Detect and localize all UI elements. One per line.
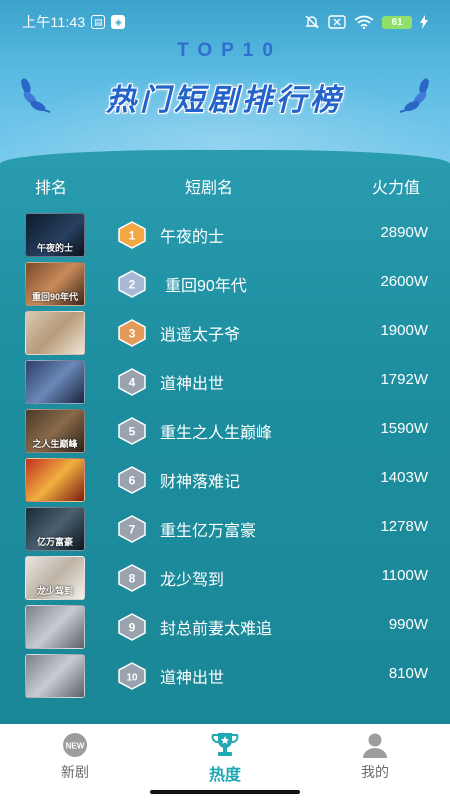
ranking-row[interactable]: 10 道神出世 810W [0,649,450,698]
rank-badge-icon: 5 [118,417,146,445]
medal-silver-icon: 2 [118,270,146,298]
bottom-nav: NEW 新剧 热度 我的 [0,724,450,800]
ranking-row[interactable]: 之人生巅峰 5 重生之人生巅峰 1590W [0,404,450,453]
column-headers: 排名 短剧名 火力值 [0,174,450,198]
charging-bolt-icon [420,15,428,29]
page-title: 热门短剧排行榜 [106,84,344,117]
heat-value: 1900W [380,322,428,339]
status-time: 上午11:43 [22,14,86,30]
heat-value: 1278W [380,518,428,535]
user-icon [363,733,387,758]
thumbnail-caption: 龙少驾到 [36,586,73,596]
ranking-row[interactable]: 午夜的士 1 午夜的士 2890W [0,208,450,257]
drama-thumbnail[interactable]: 龙少驾到 [25,556,85,600]
rank-badge-icon: 4 [118,368,146,396]
heat-value: 1590W [380,420,428,437]
drama-name[interactable]: 午夜的士 [160,223,224,247]
shield-app-icon: ◈ [111,15,126,29]
status-bar: 上午11:43 ▤ ◈ 61 [0,0,450,44]
wifi-icon [354,15,374,29]
rank-badge-icon: 8 [118,564,146,592]
heat-value: 2890W [380,224,428,241]
trophy-icon [211,733,239,756]
new-badge-icon: NEW [63,733,87,757]
name-column-header: 短剧名 [185,180,234,197]
rank-column-header: 排名 [35,180,68,197]
medal-bronze-icon: 3 [118,319,146,347]
nav-item-hot[interactable]: 热度 [150,724,300,800]
drama-name[interactable]: 逍遥太子爷 [160,321,240,345]
rank-number: 9 [129,621,136,635]
rank-badge-icon: 10 [118,662,146,690]
rank-number: 7 [129,523,136,537]
drama-thumbnail[interactable]: 午夜的士 [25,213,85,257]
home-indicator [150,790,300,794]
heat-value: 810W [388,665,428,682]
drama-name[interactable]: 重生亿万富豪 [160,517,256,541]
heat-value: 2600W [380,273,428,290]
drama-name[interactable]: 道神出世 [160,370,224,394]
drama-thumbnail[interactable] [25,654,85,698]
ranking-row[interactable]: 龙少驾到 8 龙少驾到 1100W [0,551,450,600]
rank-badge-icon: 6 [118,466,146,494]
svg-text:NEW: NEW [66,742,85,751]
nav-item-new[interactable]: NEW 新剧 [0,724,150,800]
heat-value: 1792W [380,371,428,388]
ranking-row[interactable]: 9 封总前妻太难追 990W [0,600,450,649]
top10-label: TOP10 [177,40,282,61]
heat-value: 1100W [381,567,428,584]
medal-gold-icon: 1 [118,221,146,249]
drama-name[interactable]: 重生之人生巅峰 [160,419,272,443]
drama-thumbnail[interactable]: 亿万富豪 [25,507,85,551]
thumbnail-caption: 之人生巅峰 [32,439,78,449]
drama-name[interactable]: 龙少驾到 [160,566,224,590]
nav-label-hot: 热度 [208,767,241,784]
no-sim-icon [328,15,346,29]
nav-item-mine[interactable]: 我的 [300,724,450,800]
rank-number: 2 [129,278,136,292]
nav-label-new: 新剧 [61,764,89,780]
drama-name[interactable]: 道神出世 [160,664,224,688]
drama-thumbnail[interactable] [25,360,85,404]
nav-label-mine: 我的 [361,764,389,780]
rank-number: 1 [129,229,136,243]
drama-thumbnail[interactable]: 重回90年代 [25,262,85,306]
drama-name[interactable]: 财神落难记 [160,468,240,492]
drama-thumbnail[interactable] [25,311,85,355]
ranking-row[interactable]: 6 财神落难记 1403W [0,453,450,502]
laurel-right-icon [399,78,429,113]
drama-thumbnail[interactable] [25,458,85,502]
drama-thumbnail[interactable] [25,605,85,649]
rank-number: 8 [129,572,136,586]
drama-thumbnail[interactable]: 之人生巅峰 [25,409,85,453]
rank-number: 4 [129,376,136,390]
battery-icon: 61 [382,15,412,29]
header-banner: 上午11:43 ▤ ◈ 61 TOP10 热门短剧排行榜 [0,0,450,168]
ranking-row[interactable]: 亿万富豪 7 重生亿万富豪 1278W [0,502,450,551]
thumbnail-caption: 午夜的士 [36,243,73,253]
thumbnail-caption: 重回90年代 [31,292,78,302]
rank-number: 6 [129,474,136,488]
ranking-row[interactable]: 3 逍遥太子爷 1900W [0,306,450,355]
status-icons: 61 [304,14,428,30]
sim-card-icon: ▤ [91,15,106,29]
rank-number: 10 [126,673,138,684]
ranking-row[interactable]: 重回90年代 2 重回90年代 2600W [0,257,450,306]
heat-value: 1403W [380,469,428,486]
mute-bell-icon [305,15,319,29]
rank-badge-icon: 7 [118,515,146,543]
rank-badge-icon: 9 [118,613,146,641]
ranking-row[interactable]: 4 道神出世 1792W [0,355,450,404]
rank-number: 5 [129,425,136,439]
drama-name[interactable]: 重回90年代 [165,272,247,296]
thumbnail-caption: 亿万富豪 [36,537,73,547]
rank-number: 3 [129,327,136,341]
ranking-screen: 上午11:43 ▤ ◈ 61 TOP10 热门短剧排行榜 排名 短剧名 火力值 … [0,0,450,800]
drama-name[interactable]: 封总前妻太难追 [160,615,272,639]
heat-column-header: 火力值 [372,180,421,197]
heat-value: 990W [388,616,428,633]
